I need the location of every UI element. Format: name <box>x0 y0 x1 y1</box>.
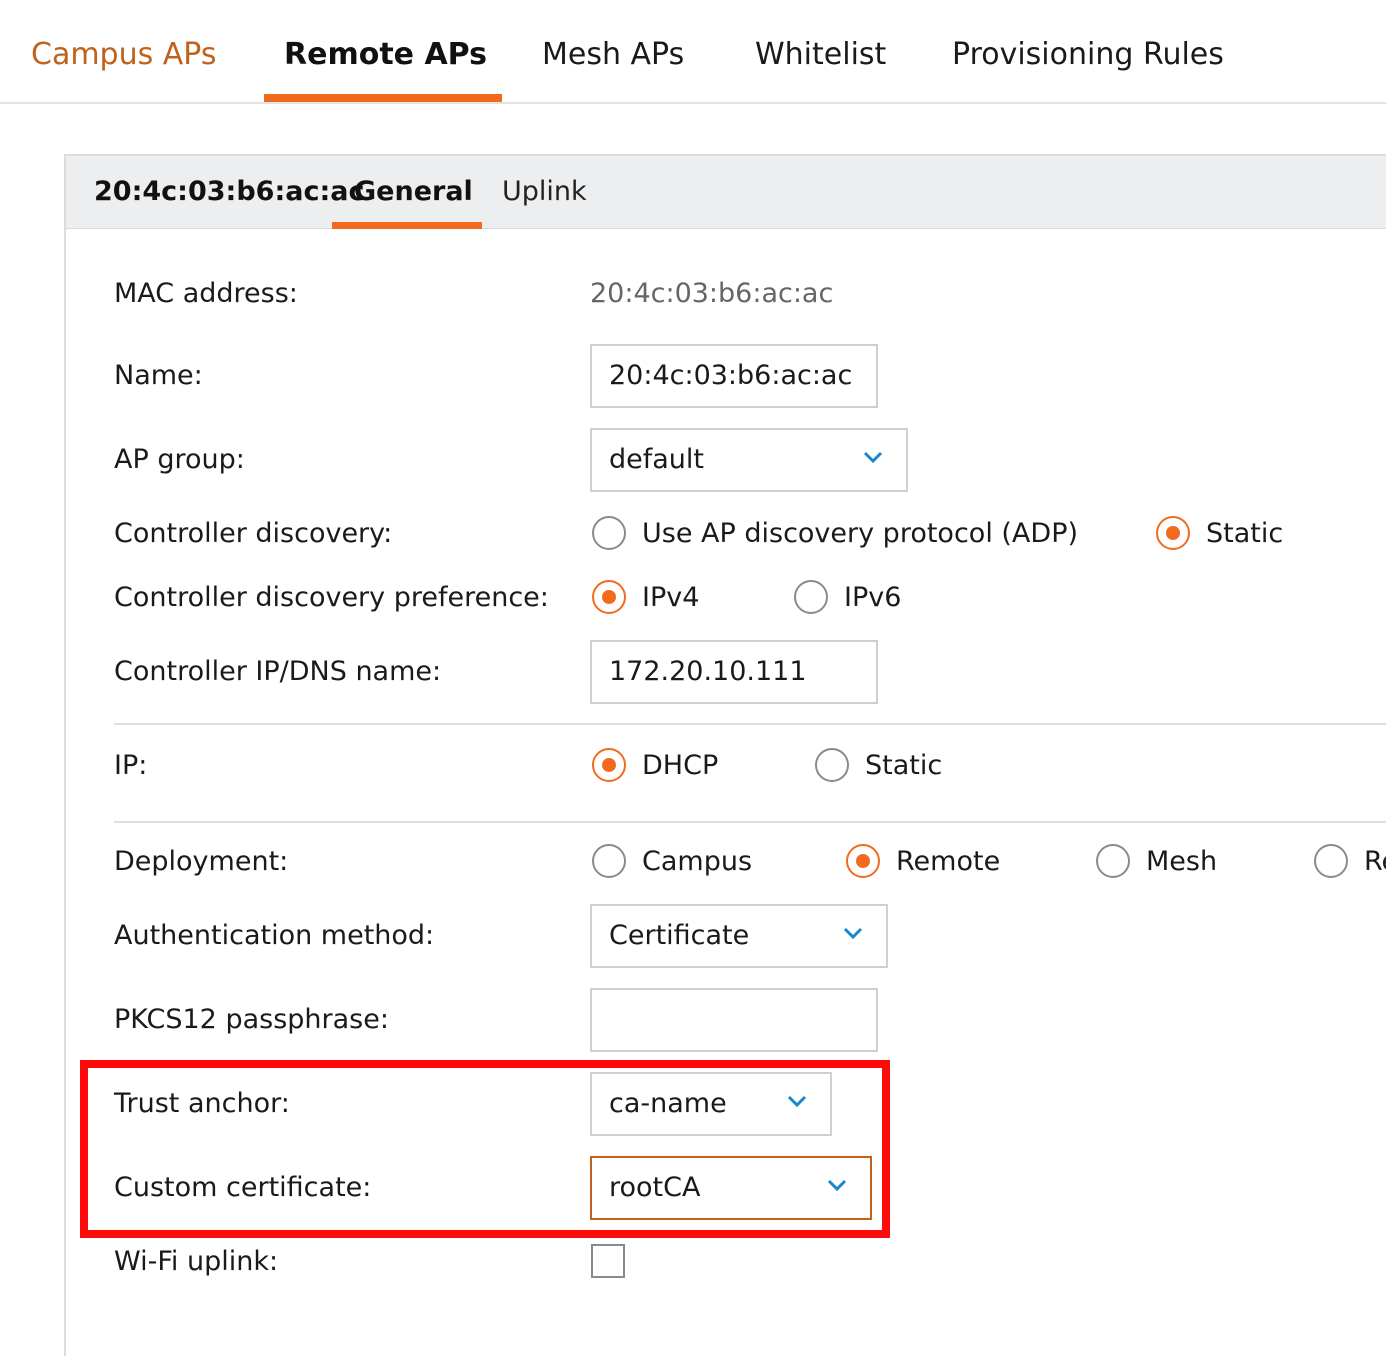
auth-method-value: Certificate <box>609 920 750 951</box>
radio-dhcp[interactable] <box>592 748 626 782</box>
chevron-down-icon <box>863 451 883 464</box>
radio-remote-label: Remote <box>896 846 1001 877</box>
radio-adp-label: Use AP discovery protocol (ADP) <box>642 518 1079 549</box>
top-nav: Campus APs Remote APs Mesh APs Whitelist… <box>0 0 1386 104</box>
mac-address-label: MAC address: <box>114 278 298 309</box>
controller-ip-value: 172.20.10.111 <box>609 656 807 687</box>
radio-mesh-label: Mesh <box>1146 846 1218 877</box>
radio-dhcp-label: DHCP <box>642 750 719 781</box>
discovery-preference-label: Controller discovery preference: <box>114 582 549 613</box>
ap-group-label: AP group: <box>114 444 245 475</box>
radio-ipv6[interactable] <box>794 580 828 614</box>
radio-deploy-fourth[interactable] <box>1314 844 1348 878</box>
divider <box>114 821 1386 823</box>
radio-adp[interactable] <box>592 516 626 550</box>
radio-discovery-static[interactable] <box>1156 516 1190 550</box>
controller-ip-input[interactable]: 172.20.10.111 <box>590 640 878 704</box>
radio-mesh[interactable] <box>1096 844 1130 878</box>
wifi-uplink-label: Wi-Fi uplink: <box>114 1246 279 1277</box>
radio-ipv6-label: IPv6 <box>844 582 902 613</box>
active-tab-indicator <box>264 94 502 102</box>
divider <box>114 723 1386 725</box>
controller-ip-label: Controller IP/DNS name: <box>114 656 442 687</box>
tab-general[interactable]: General <box>354 176 473 207</box>
radio-ip-static-label: Static <box>865 750 943 781</box>
controller-discovery-label: Controller discovery: <box>114 518 393 549</box>
ap-group-select[interactable]: default <box>590 428 908 492</box>
panel-ap-mac: 20:4c:03:b6:ac:ac <box>94 176 365 207</box>
tab-remote-aps[interactable]: Remote APs <box>284 36 487 74</box>
tab-campus-aps[interactable]: Campus APs <box>31 36 217 74</box>
pkcs12-label: PKCS12 passphrase: <box>114 1004 389 1035</box>
panel-active-tab-indicator <box>332 222 482 229</box>
name-input-value: 20:4c:03:b6:ac:ac <box>609 360 853 391</box>
radio-campus-label: Campus <box>642 846 753 877</box>
auth-method-label: Authentication method: <box>114 920 435 951</box>
tab-mesh-aps[interactable]: Mesh APs <box>542 36 684 74</box>
radio-discovery-static-label: Static <box>1206 518 1284 549</box>
radio-ipv4-label: IPv4 <box>642 582 700 613</box>
auth-method-select[interactable]: Certificate <box>590 904 888 968</box>
highlight-box <box>80 1060 890 1238</box>
panel-header: 20:4c:03:b6:ac:ac General Uplink <box>66 156 1386 229</box>
ip-label: IP: <box>114 750 148 781</box>
pkcs12-passphrase-input[interactable] <box>590 988 878 1052</box>
radio-deploy-fourth-label: Re <box>1364 846 1386 877</box>
name-input[interactable]: 20:4c:03:b6:ac:ac <box>590 344 878 408</box>
radio-campus[interactable] <box>592 844 626 878</box>
radio-ipv4[interactable] <box>592 580 626 614</box>
tab-uplink[interactable]: Uplink <box>502 176 587 207</box>
tab-provisioning-rules[interactable]: Provisioning Rules <box>952 36 1224 74</box>
chevron-down-icon <box>843 927 863 940</box>
name-label: Name: <box>114 360 203 391</box>
ap-group-value: default <box>609 444 705 475</box>
radio-ip-static[interactable] <box>815 748 849 782</box>
mac-address-value: 20:4c:03:b6:ac:ac <box>590 278 834 309</box>
deployment-label: Deployment: <box>114 846 289 877</box>
tab-whitelist[interactable]: Whitelist <box>755 36 886 74</box>
wifi-uplink-checkbox[interactable] <box>591 1244 625 1278</box>
radio-remote[interactable] <box>846 844 880 878</box>
